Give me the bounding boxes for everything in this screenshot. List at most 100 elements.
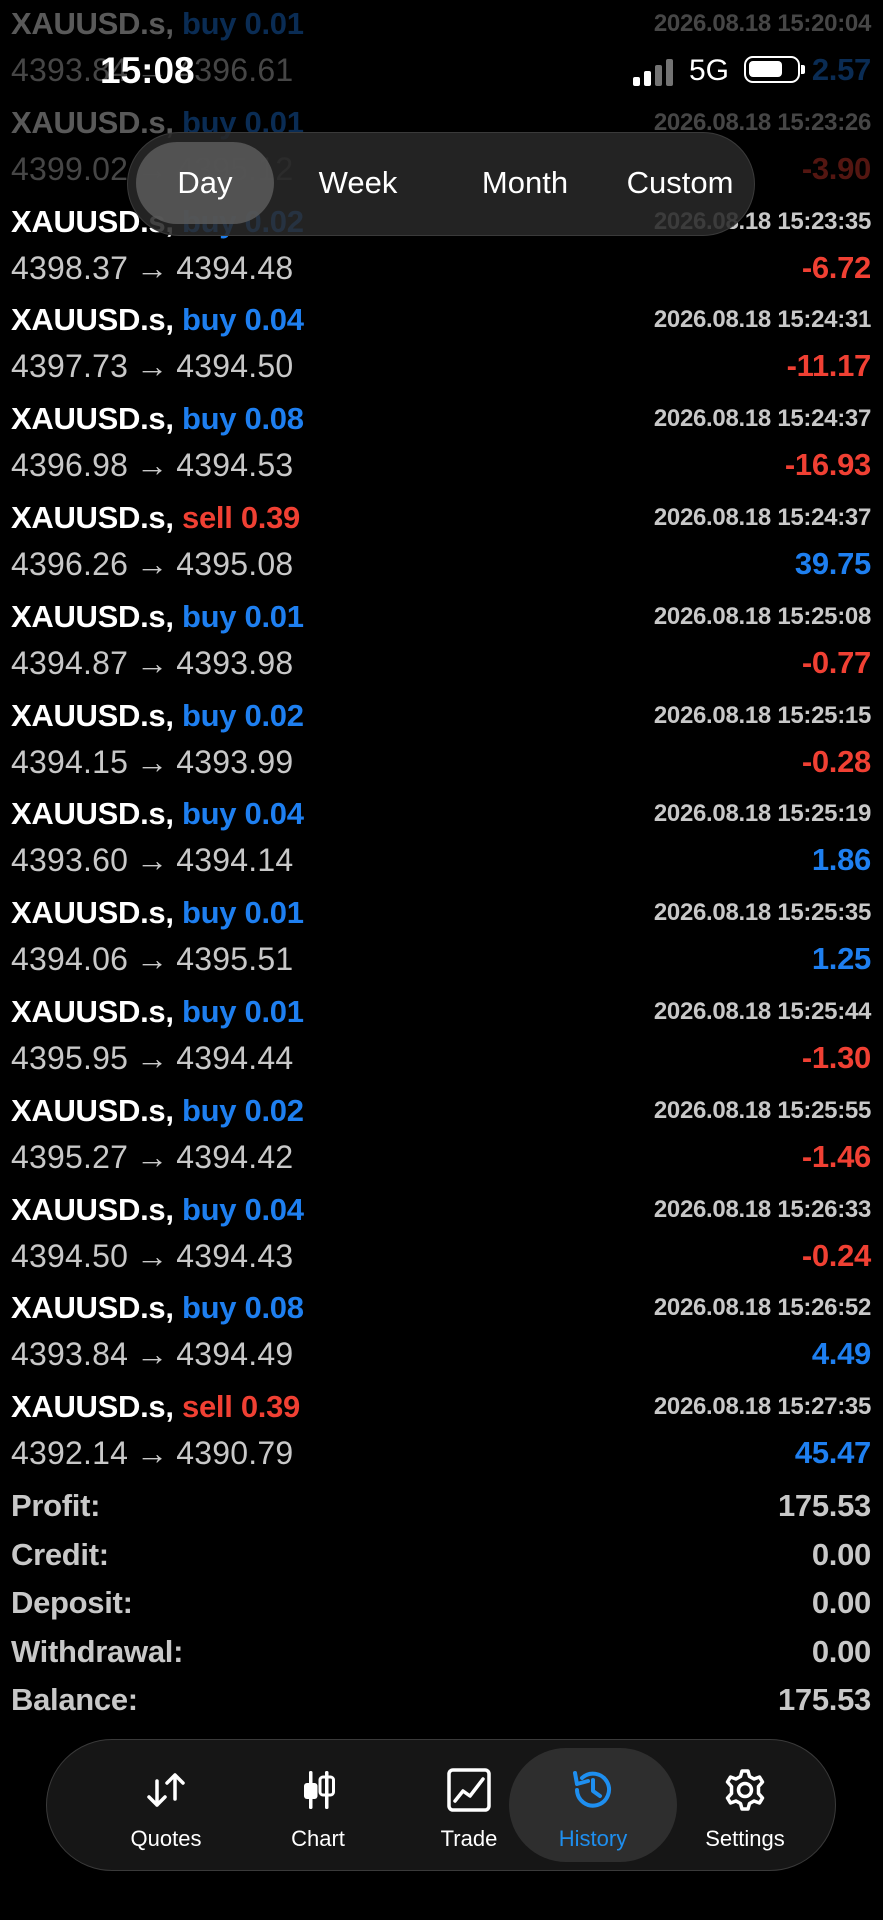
trade-direction: buy: [182, 697, 237, 733]
period-custom[interactable]: Custom: [606, 133, 754, 233]
trade-row[interactable]: XAUUSD.s, sell 0.39 2026.08.18 15:27:35 43…: [0, 1383, 883, 1482]
arrow-right-icon: →: [136, 348, 169, 385]
trade-time: 2026.08.18 15:26:33: [653, 1195, 871, 1223]
trade-action: buy 0.04: [182, 1192, 304, 1227]
trade-title: XAUUSD.s, buy 0.08: [11, 401, 304, 437]
close-price: 4394.50: [176, 348, 294, 385]
trade-time: 2026.08.18 15:25:19: [653, 800, 871, 828]
trade-row[interactable]: XAUUSD.s, sell 0.39 2026.08.18 15:24:37 43…: [0, 494, 883, 593]
trade-time: 2026.08.18 15:25:55: [653, 1096, 871, 1124]
trade-profit: -0.77: [801, 644, 871, 680]
trade-prices: 4396.98 → 4394.53: [11, 447, 293, 484]
trade-direction: buy: [182, 1191, 237, 1227]
tab-chart[interactable]: Chart: [253, 1740, 383, 1870]
open-price: 4395.95: [11, 1039, 129, 1076]
trade-row[interactable]: XAUUSD.s, buy 0.04 2026.08.18 15:26:33 439…: [0, 1186, 883, 1285]
close-price: 4395.08: [176, 545, 294, 582]
open-price: 4394.87: [11, 644, 129, 681]
trade-prices: 4395.27 → 4394.42: [11, 1139, 293, 1176]
trade-direction: buy: [182, 1290, 237, 1326]
open-price: 4399.02: [11, 150, 129, 187]
period-week[interactable]: Week: [288, 133, 428, 233]
summary-value: 0.00: [811, 1633, 871, 1669]
trade-time: 2026.08.18 15:24:37: [653, 503, 871, 531]
close-price: 4390.79: [176, 1435, 294, 1472]
trade-volume: 0.02: [244, 697, 304, 733]
trade-symbol: XAUUSD.s,: [11, 1191, 174, 1227]
trade-time: 2026.08.18 15:25:15: [653, 701, 871, 729]
trade-symbol: XAUUSD.s,: [11, 993, 174, 1029]
trade-row[interactable]: XAUUSD.s, buy 0.02 2026.08.18 15:25:55 439…: [0, 1087, 883, 1186]
trade-profit: 39.75: [794, 545, 871, 581]
trade-time: 2026.08.18 15:27:35: [653, 1393, 871, 1421]
trade-row[interactable]: XAUUSD.s, buy 0.01 2026.08.18 15:25:44 439…: [0, 988, 883, 1087]
trade-row[interactable]: XAUUSD.s, buy 0.08 2026.08.18 15:26:52 439…: [0, 1284, 883, 1383]
trade-volume: 0.08: [244, 1290, 304, 1326]
trade-prices: 4392.14 → 4390.79: [11, 1435, 293, 1472]
trade-row[interactable]: XAUUSD.s, buy 0.04 2026.08.18 15:25:19 439…: [0, 790, 883, 889]
trade-volume: 0.01: [244, 6, 304, 41]
tab-bar: Quotes Chart Trade History Settings: [46, 1739, 836, 1871]
trade-row[interactable]: XAUUSD.s, buy 0.01 2026.08.18 15:25:35 439…: [0, 889, 883, 988]
summary-label: Deposit:: [11, 1585, 133, 1620]
trade-profit: 4.49: [811, 1336, 871, 1372]
open-price: 4392.14: [11, 1435, 129, 1472]
arrow-right-icon: →: [136, 1138, 169, 1175]
trade-time: 2026.08.18 15:25:44: [653, 997, 871, 1025]
summary-label: Balance:: [11, 1682, 138, 1717]
account-summary: Profit: 175.53 Credit: 0.00 Deposit: 0.00 W…: [0, 1488, 883, 1731]
trade-row[interactable]: XAUUSD.s, buy 0.04 2026.08.18 15:24:31 439…: [0, 296, 883, 395]
trade-action: buy 0.08: [182, 401, 304, 436]
trade-time: 2026.08.18 15:26:52: [653, 1294, 871, 1322]
trade-prices: 4393.84 → 4396.61: [11, 52, 293, 89]
summary-profit: Profit: 175.53: [0, 1488, 883, 1537]
summary-label: Withdrawal:: [11, 1633, 184, 1669]
trade-time: 2026.08.18 15:24:37: [653, 405, 871, 433]
trade-profit: 45.47: [794, 1435, 871, 1471]
trade-volume: 0.39: [240, 1389, 300, 1425]
trade-profit: -1.46: [801, 1138, 871, 1174]
trade-profit: -0.28: [801, 743, 871, 779]
open-price: 4394.06: [11, 941, 129, 978]
trade-profit: -6.72: [801, 249, 871, 285]
trade-row[interactable]: XAUUSD.s, buy 0.02 2026.08.18 15:25:15 439…: [0, 692, 883, 791]
arrow-right-icon: →: [136, 447, 169, 484]
trade-title: XAUUSD.s, buy 0.01: [11, 6, 304, 42]
tab-quotes[interactable]: Quotes: [95, 1740, 237, 1870]
arrow-right-icon: →: [136, 52, 169, 88]
open-price: 4393.84: [11, 52, 129, 88]
trade-action: buy 0.01: [182, 895, 304, 930]
trade-row[interactable]: XAUUSD.s, buy 0.01 2026.08.18 15:20:04 439…: [0, 0, 883, 99]
trade-prices: 4398.37 → 4394.48: [11, 250, 293, 287]
trade-time: 2026.08.18 15:24:31: [653, 306, 871, 334]
trade-prices: 4395.95 → 4394.44: [11, 1040, 293, 1077]
open-price: 4397.73: [11, 348, 129, 385]
trade-profit: -11.17: [786, 348, 872, 384]
trade-prices: 4396.26 → 4395.08: [11, 546, 293, 583]
tab-label: Quotes: [130, 1826, 202, 1851]
trade-title: XAUUSD.s, buy 0.02: [11, 1093, 304, 1129]
trade-title: XAUUSD.s, sell 0.39: [11, 1389, 300, 1425]
summary-label: Profit:: [11, 1488, 101, 1523]
trade-volume: 0.04: [244, 302, 304, 338]
arrow-right-icon: →: [136, 743, 169, 780]
trade-profit: 1.86: [811, 842, 871, 878]
trade-time: 2026.08.18 15:25:35: [653, 899, 871, 927]
trade-direction: buy: [182, 895, 237, 931]
tab-history[interactable]: History: [509, 1740, 677, 1870]
candlestick-icon: [304, 1771, 335, 1809]
summary-value: 175.53: [777, 1488, 871, 1523]
trade-volume: 0.01: [244, 895, 304, 931]
close-price: 4394.43: [176, 1237, 294, 1274]
trade-row[interactable]: XAUUSD.s, buy 0.08 2026.08.18 15:24:37 439…: [0, 395, 883, 494]
close-price: 4393.99: [176, 743, 294, 780]
trade-volume: 0.39: [240, 499, 300, 535]
period-month[interactable]: Month: [446, 133, 604, 233]
trade-volume: 0.01: [244, 598, 304, 634]
period-day[interactable]: Day: [136, 142, 274, 224]
tab-settings[interactable]: Settings: [675, 1740, 815, 1870]
trade-row[interactable]: XAUUSD.s, buy 0.01 2026.08.18 15:25:08 439…: [0, 593, 883, 692]
trade-profit: -0.24: [801, 1237, 871, 1273]
trade-symbol: XAUUSD.s,: [11, 598, 174, 634]
summary-label: Credit:: [11, 1536, 109, 1572]
